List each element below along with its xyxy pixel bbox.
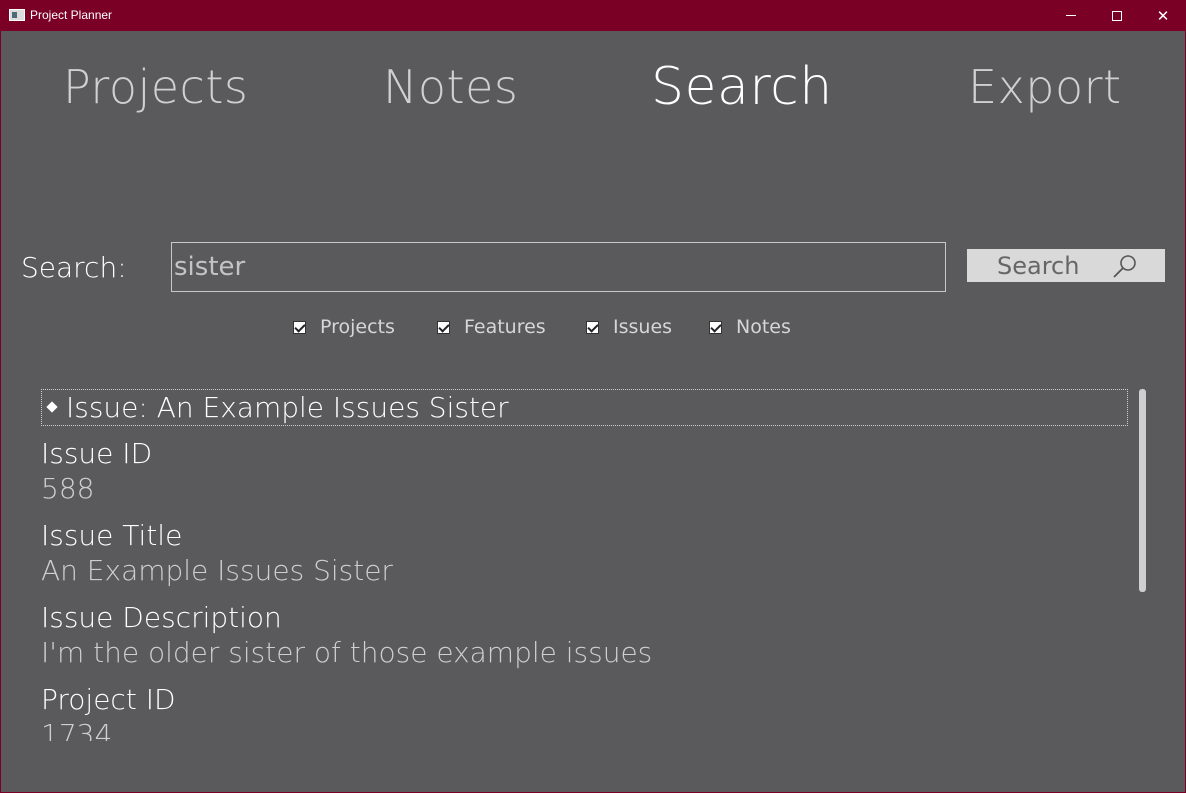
field-issue-title: Issue Title An Example Issues Sister <box>41 519 393 589</box>
tab-export[interactable]: Export <box>968 59 1122 115</box>
field-project-id: Project ID 1734 <box>41 683 176 741</box>
app-icon <box>9 9 25 21</box>
field-issue-description: Issue Description I'm the older sister o… <box>41 601 652 671</box>
minimize-icon <box>1066 15 1076 16</box>
search-input[interactable] <box>171 242 946 292</box>
field-value: An Example Issues Sister <box>41 554 393 587</box>
field-label: Issue Description <box>41 601 282 634</box>
tab-projects[interactable]: Projects <box>63 59 248 115</box>
filter-features[interactable]: Features <box>437 315 546 339</box>
filter-features-label: Features <box>464 316 546 338</box>
minimize-button[interactable] <box>1048 0 1094 31</box>
close-icon: ✕ <box>1156 6 1170 25</box>
checkbox-features[interactable] <box>437 320 450 334</box>
checkbox-issues[interactable] <box>586 320 599 334</box>
filter-projects[interactable]: Projects <box>293 315 395 339</box>
result-title: Issue: An Example Issues Sister <box>66 391 509 424</box>
results-list[interactable]: Issue: An Example Issues Sister Issue ID… <box>41 389 1128 741</box>
search-icon <box>1113 255 1136 278</box>
field-value: 1734 <box>41 718 113 741</box>
filter-issues[interactable]: Issues <box>586 315 672 339</box>
field-issue-id: Issue ID 588 <box>41 437 152 507</box>
checkbox-projects[interactable] <box>293 320 306 334</box>
title-bar: Project Planner ✕ <box>0 0 1186 31</box>
tab-notes[interactable]: Notes <box>383 59 518 115</box>
results-scrollbar[interactable] <box>1139 389 1146 592</box>
field-label: Project ID <box>41 683 176 716</box>
filter-notes[interactable]: Notes <box>709 315 791 339</box>
field-label: Issue ID <box>41 437 153 470</box>
search-button-label: Search <box>997 251 1080 280</box>
maximize-icon <box>1112 10 1122 21</box>
search-button[interactable]: Search <box>967 249 1165 282</box>
expand-icon <box>46 401 58 413</box>
checkbox-notes[interactable] <box>709 320 722 334</box>
search-label: Search: <box>21 251 127 284</box>
window-title: Project Planner <box>30 8 113 22</box>
field-value: 588 <box>41 472 95 505</box>
tab-search[interactable]: Search <box>651 59 833 115</box>
maximize-button[interactable] <box>1094 0 1140 31</box>
field-value: I'm the older sister of those example is… <box>41 636 653 669</box>
filter-issues-label: Issues <box>613 316 673 338</box>
result-item-header[interactable]: Issue: An Example Issues Sister <box>41 389 1128 426</box>
filter-notes-label: Notes <box>736 316 791 338</box>
main-content: Projects Notes Search Export Search: Sea… <box>1 31 1185 792</box>
field-label: Issue Title <box>41 519 183 552</box>
close-button[interactable]: ✕ <box>1140 0 1186 31</box>
filter-projects-label: Projects <box>320 316 395 338</box>
